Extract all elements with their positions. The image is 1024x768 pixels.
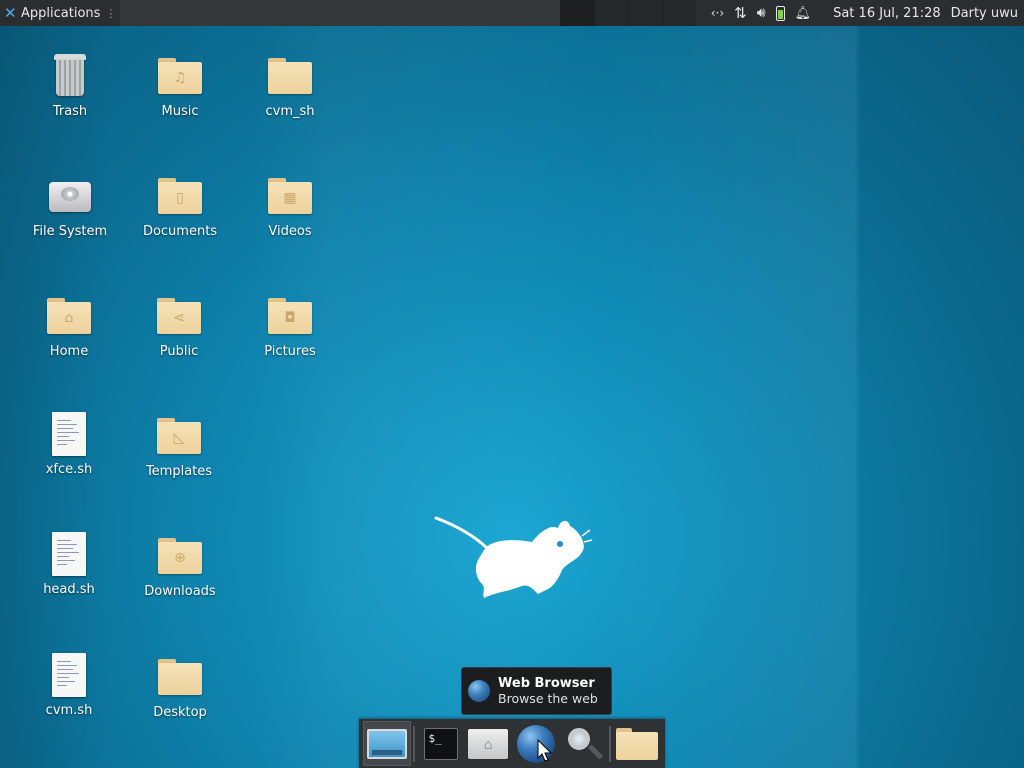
window-buttons-area <box>120 0 561 26</box>
system-tray: ‹·› ⇅ 🔊︎ 🔔︎ Sat 16 Jul, 21:28 Darty uwu <box>711 0 1024 26</box>
show-desktop-icon <box>366 728 407 759</box>
desktop-icon-label: Documents <box>142 224 218 239</box>
templates-folder-icon: ◺ <box>155 412 203 460</box>
desktop-icon-head-sh[interactable]: head.sh <box>21 530 117 597</box>
trash-icon <box>46 52 94 100</box>
desktop-icon-label: Music <box>161 104 199 119</box>
videos-folder-icon: ▦ <box>266 172 314 220</box>
show-desktop-button[interactable] <box>363 721 411 766</box>
applications-menu-button[interactable]: ✕ Applications ⋮ <box>0 0 120 26</box>
bottom-dock: $_ ⌂ <box>359 719 665 768</box>
home-folder-icon: ⌂ <box>45 292 93 340</box>
search-icon <box>566 726 603 762</box>
battery-icon[interactable] <box>775 0 785 26</box>
web-browser-icon <box>468 680 490 702</box>
network-icon[interactable]: ‹·› <box>711 0 724 26</box>
dock-separator <box>412 725 415 762</box>
desktop-icon-videos[interactable]: ▦ Videos <box>242 172 338 239</box>
home-folder-icon: ⌂ <box>468 728 509 759</box>
workspace-switcher <box>560 0 697 26</box>
documents-folder-icon: ▯ <box>156 172 204 220</box>
desktop-icon-label: Desktop <box>153 705 207 720</box>
terminal-button[interactable]: $_ <box>417 721 465 766</box>
terminal-icon: $_ <box>423 727 458 760</box>
folder-icon <box>266 52 314 100</box>
script-file-icon <box>45 530 93 578</box>
desktop-icon-pictures[interactable]: ◘ Pictures <box>242 292 338 359</box>
applications-label: Applications <box>21 5 101 21</box>
desktop-icon-music[interactable]: ♫ Music <box>132 52 228 119</box>
desktop-icon-label: Trash <box>52 104 88 119</box>
xfce-mouse-logo <box>434 516 593 598</box>
desktop-icon-label: Downloads <box>144 584 216 599</box>
desktop-icon-label: Public <box>159 344 199 359</box>
desktop-icon-home[interactable]: ⌂ Home <box>21 292 117 359</box>
desktop-icon-public[interactable]: ⋖ Public <box>131 292 227 359</box>
desktop-icon-label: Home <box>49 344 89 359</box>
mouse-pointer-icon <box>537 739 553 762</box>
workspace-2[interactable] <box>594 0 629 26</box>
workspace-4[interactable] <box>662 0 697 26</box>
desktop-icon-label: head.sh <box>43 582 95 597</box>
menu-handle-icon: ⋮ <box>105 6 117 20</box>
desktop-icon-desktop[interactable]: Desktop <box>132 653 228 720</box>
home-folder-button[interactable]: ⌂ <box>464 721 512 766</box>
downloads-folder-icon: ⊕ <box>156 532 204 580</box>
workspace-1[interactable] <box>560 0 595 26</box>
volume-icon[interactable]: 🔊︎ <box>757 0 766 26</box>
desktop-icon-trash[interactable]: Trash <box>22 52 118 119</box>
file-manager-button[interactable] <box>613 721 661 766</box>
tooltip-subtitle: Browse the web <box>498 691 598 706</box>
desktop-icon-label: cvm_sh <box>265 104 315 119</box>
pictures-folder-icon: ◘ <box>266 292 314 340</box>
drive-icon <box>46 172 94 220</box>
workspace-3[interactable] <box>628 0 663 26</box>
desktop-icon-label: File System <box>32 224 108 239</box>
public-folder-icon: ⋖ <box>155 292 203 340</box>
transfer-arrows-icon[interactable]: ⇅ <box>734 0 747 26</box>
app-finder-button[interactable] <box>560 721 608 766</box>
desktop-icon-documents[interactable]: ▯ Documents <box>132 172 228 239</box>
desktop-icon-downloads[interactable]: ⊕ Downloads <box>132 532 228 599</box>
tooltip-title: Web Browser <box>498 676 595 691</box>
desktop-icon-file-system[interactable]: File System <box>22 172 118 239</box>
notification-bell-icon[interactable]: 🔔︎ <box>795 0 812 26</box>
file-manager-icon <box>616 727 659 760</box>
desktop-icon-label: xfce.sh <box>45 462 93 477</box>
music-folder-icon: ♫ <box>156 52 204 100</box>
folder-icon <box>156 653 204 701</box>
desktop-icon-label: Pictures <box>264 344 316 359</box>
desktop-icon-xfce-sh[interactable]: xfce.sh <box>21 410 117 477</box>
xfce-logo-icon: ✕ <box>4 4 17 22</box>
user-menu[interactable]: Darty uwu <box>951 6 1018 21</box>
script-file-icon <box>45 410 93 458</box>
desktop-icon-label: cvm.sh <box>45 703 93 718</box>
web-browser-button[interactable] <box>512 721 560 766</box>
script-file-icon <box>45 651 93 699</box>
desktop-icon-cvm-sh-folder[interactable]: cvm_sh <box>242 52 338 119</box>
clock[interactable]: Sat 16 Jul, 21:28 <box>833 6 941 21</box>
desktop-icon-label: Videos <box>268 224 312 239</box>
desktop-icon-templates[interactable]: ◺ Templates <box>131 412 227 479</box>
desktop-icon-label: Templates <box>145 464 213 479</box>
top-panel: ✕ Applications ⋮ ‹·› ⇅ 🔊︎ 🔔︎ Sat 16 Jul,… <box>0 0 1024 26</box>
desktop-icon-cvm-sh[interactable]: cvm.sh <box>21 651 117 718</box>
web-browser-tooltip: Web Browser Browse the web <box>461 667 612 715</box>
dock-separator <box>609 725 612 762</box>
